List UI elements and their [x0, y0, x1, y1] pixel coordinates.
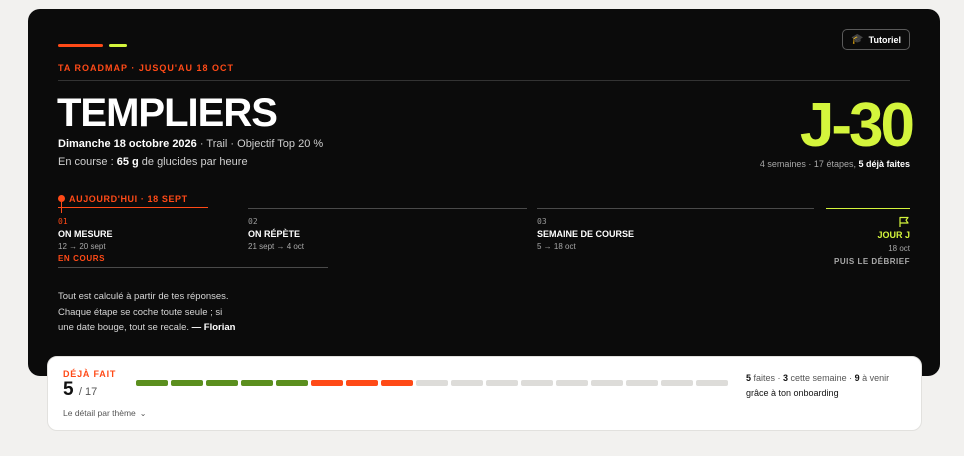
progress-done: 5: [63, 379, 74, 400]
race-date: Dimanche 18 octobre 2026: [58, 138, 197, 150]
phase-number: 03: [537, 217, 547, 226]
progress-summary: 5 faites · 3 cette semaine · 9 à venir g…: [746, 371, 889, 401]
flag-icon: [899, 216, 909, 227]
divider: [58, 80, 910, 81]
progress-segment-done: [136, 380, 168, 386]
note-line-1: Tout est calculé à partir de tes réponse…: [58, 291, 229, 302]
race-title: TEMPLIERS: [57, 91, 278, 135]
progress-total: / 17: [78, 386, 98, 398]
today-dot: [58, 195, 65, 202]
graduation-cap-icon: 🎓: [851, 34, 864, 45]
race-day-line: [826, 208, 910, 209]
progress-segment-done: [276, 380, 308, 386]
race-day-debrief: PUIS LE DÉBRIEF: [834, 257, 910, 266]
phase-number: 01: [58, 217, 68, 226]
coach-note: Tout est calculé à partir de tes réponse…: [58, 289, 268, 336]
note-signature: — Florian: [191, 322, 236, 333]
tutorial-button[interactable]: 🎓 Tutoriel: [842, 29, 910, 50]
phase-dates: 12 → 20 sept: [58, 242, 106, 251]
countdown: J-30: [799, 91, 915, 160]
race-details: · Trail · Objectif Top 20 %: [199, 138, 324, 150]
theme-detail-label: Le détail par thème: [63, 408, 136, 418]
phase-line: [248, 208, 527, 209]
tutorial-label: Tutoriel: [868, 34, 901, 45]
phase-2[interactable]: 02 ON RÉPÈTE 21 sept → 4 oct: [248, 208, 527, 251]
progress-segment-done: [241, 380, 273, 386]
progress-segment-done: [206, 380, 238, 386]
progress-segment-todo: [451, 380, 483, 386]
countdown-meta: 4 semaines · 17 étapes, 5 déjà faites: [760, 159, 910, 169]
accent-bar-lime: [109, 44, 127, 47]
theme-detail-toggle[interactable]: Le détail par thème ⌄: [63, 408, 146, 418]
progress-segment-todo: [661, 380, 693, 386]
phase-line: [537, 208, 814, 209]
accent-bars: [58, 44, 127, 47]
progress-segment-todo: [696, 380, 728, 386]
phase-name: ON MESURE: [58, 229, 113, 239]
note-line-3: une date bouge, tout se recale.: [58, 322, 192, 333]
phase-name: SEMAINE DE COURSE: [537, 229, 635, 239]
summary-todo-label: à venir: [859, 373, 890, 383]
race-day-date: 18 oct: [888, 244, 910, 253]
progress-segments: [136, 380, 728, 386]
carbs-suffix: de glucides par heure: [138, 156, 248, 168]
note-line-2: Chaque étape se coche toute seule ; si: [58, 306, 223, 318]
progress-segment-todo: [591, 380, 623, 386]
phase-number: 02: [248, 217, 258, 226]
countdown-meta-done: 5 déjà faites: [858, 159, 910, 169]
progress-segment-week: [381, 380, 413, 386]
race-day-name: JOUR J: [877, 230, 910, 240]
countdown-meta-text: 4 semaines · 17 étapes,: [759, 159, 859, 169]
progress-segment-todo: [626, 380, 658, 386]
phase-status: EN COURS: [58, 254, 106, 263]
progress-segment-todo: [521, 380, 553, 386]
race-meta: Dimanche 18 octobre 2026 · Trail · Objec…: [58, 138, 323, 150]
roadmap-card: 🎓 Tutoriel TA ROADMAP · JUSQU'AU 18 OCT …: [28, 9, 940, 376]
today-label: AUJOURD'HUI · 18 SEPT: [69, 194, 188, 204]
phase-dates: 5 → 18 oct: [537, 242, 576, 251]
carbs-value: 65 g: [116, 156, 139, 168]
accent-bar-orange: [58, 44, 103, 47]
race-carbs: En course : 65 g de glucides par heure: [58, 156, 248, 168]
phase-status-line: [58, 267, 328, 268]
progress-segment-todo: [486, 380, 518, 386]
carbs-prefix: En course :: [58, 156, 117, 168]
summary-line-2: grâce à ton onboarding: [746, 388, 839, 398]
progress-segment-done: [171, 380, 203, 386]
phase-dates: 21 sept → 4 oct: [248, 242, 305, 251]
phase-3[interactable]: 03 SEMAINE DE COURSE 5 → 18 oct: [537, 208, 814, 251]
progress-segment-week: [346, 380, 378, 386]
progress-count: 5 / 17: [63, 379, 97, 401]
phase-name: ON RÉPÈTE: [248, 229, 301, 239]
progress-label: DÉJÀ FAIT: [63, 369, 117, 379]
summary-done-label: faites ·: [751, 373, 784, 383]
race-day[interactable]: JOUR J 18 oct PUIS LE DÉBRIEF: [826, 208, 910, 266]
summary-week-label: cette semaine ·: [788, 373, 855, 383]
progress-card: DÉJÀ FAIT 5 / 17 Le détail par thème ⌄ 5…: [47, 356, 922, 431]
phase-1[interactable]: 01 ON MESURE 12 → 20 sept EN COURS: [58, 208, 328, 268]
roadmap-eyebrow: TA ROADMAP · JUSQU'AU 18 OCT: [58, 63, 234, 73]
progress-segment-week: [311, 380, 343, 386]
progress-segment-todo: [416, 380, 448, 386]
chevron-down-icon: ⌄: [139, 408, 147, 418]
progress-segment-todo: [556, 380, 588, 386]
